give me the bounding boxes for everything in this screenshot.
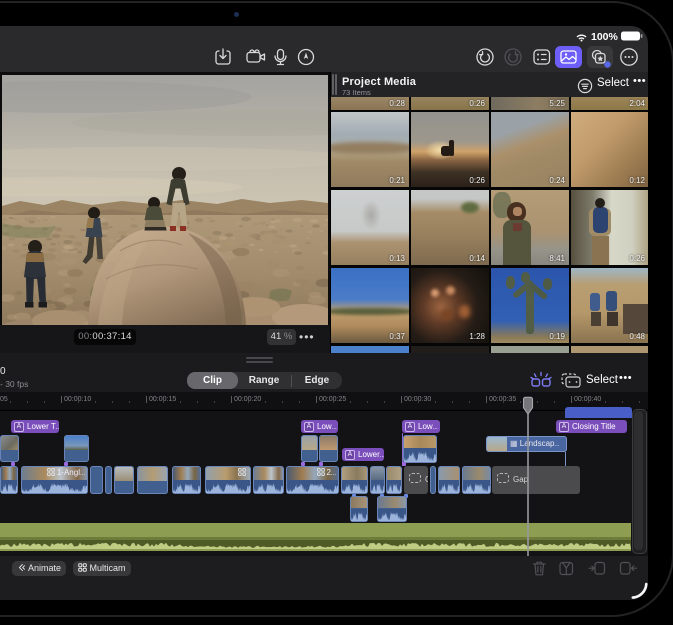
svg-text:100%: 100% [591, 31, 619, 42]
